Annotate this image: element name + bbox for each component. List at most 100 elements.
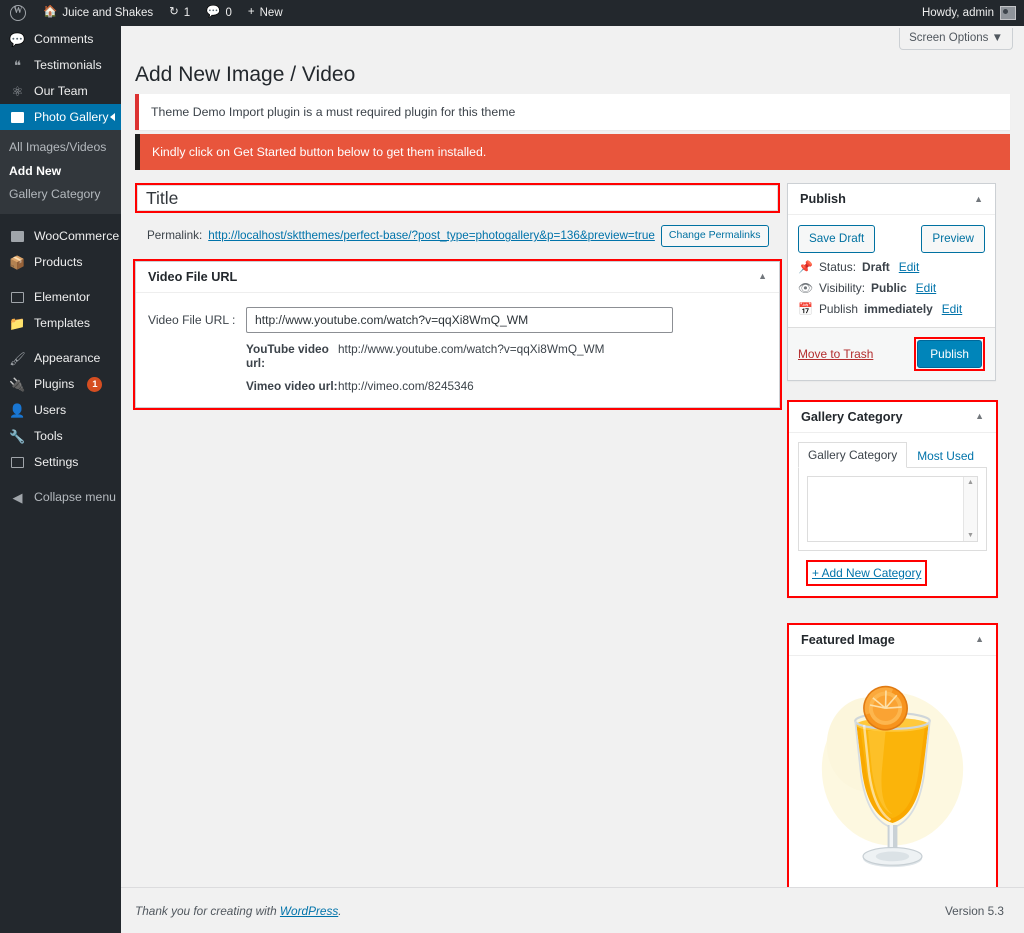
youtube-hint-row: YouTube video url: http://www.youtube.co… (148, 342, 767, 370)
chevron-down-icon: ▼ (991, 32, 1003, 44)
sidebar-item-appearance[interactable]: 🖌 Appearance (0, 345, 121, 371)
change-permalinks-button[interactable]: Change Permalinks (660, 225, 769, 247)
video-file-url-panel: Video File URL ▲ Video File URL : YouTub… (133, 258, 782, 410)
visibility-row: 👁 Visibility: Public Edit (798, 274, 985, 295)
sidebar-item-templates[interactable]: 📁 Templates (0, 310, 121, 336)
status-edit-link[interactable]: Edit (899, 260, 920, 274)
chevron-up-icon[interactable]: ▲ (758, 272, 767, 281)
footer-thanks-text: Thank you for creating with (135, 903, 277, 918)
sidebar-item-our-team[interactable]: ⚛ Our Team (0, 78, 121, 104)
gallery-category-scrollbar[interactable]: ▲ ▼ (963, 476, 977, 541)
video-panel-body: Video File URL : YouTube video url: http… (136, 293, 779, 407)
youtube-hint-value: http://www.youtube.com/watch?v=qqXi8WmQ_… (338, 341, 605, 356)
groups-icon: ⚛ (11, 83, 24, 99)
new-content-button[interactable]: + New (240, 0, 291, 26)
updates-button[interactable]: ↻ 1 (161, 0, 198, 26)
scroll-up-arrow-icon[interactable]: ▲ (967, 479, 974, 486)
sidebar-item-products[interactable]: 📦 Products (0, 249, 121, 275)
vimeo-hint-label: Vimeo video url: (246, 378, 338, 393)
featured-image-thumbnail[interactable] (799, 665, 986, 877)
publish-panel-header[interactable]: Publish ▲ (788, 184, 995, 215)
gallery-category-header[interactable]: Gallery Category ▲ (789, 402, 996, 433)
chevron-up-icon[interactable]: ▲ (975, 635, 984, 644)
sidebar-item-label: Our Team (34, 83, 88, 98)
sidebar-subitem-label: All Images/Videos (9, 140, 107, 154)
sidebar-subitem-label: Gallery Category (9, 187, 101, 202)
elementor-icon (9, 289, 26, 306)
sidebar-item-users[interactable]: 👤 Users (0, 397, 121, 423)
plugin-plug-icon: 🔌 (9, 376, 26, 392)
screen-options-toggle[interactable]: Screen Options ▼ (899, 28, 1013, 50)
schedule-edit-link[interactable]: Edit (942, 302, 963, 316)
chevron-up-icon[interactable]: ▲ (975, 412, 984, 421)
admin-sidebar: 💬 Comments ❝ Testimonials ⚛ Our Team Pho… (0, 26, 121, 933)
comment-bubble-icon: 💬 (206, 6, 221, 19)
preview-button[interactable]: Preview (921, 225, 985, 253)
featured-image-header[interactable]: Featured Image ▲ (789, 625, 996, 656)
screen-options-label: Screen Options (909, 32, 989, 44)
site-name-label: Juice and Shakes (62, 7, 154, 19)
woocommerce-icon (9, 228, 26, 245)
sidebar-subitem-all-images-videos[interactable]: All Images/Videos (0, 136, 121, 160)
add-new-category-link[interactable]: + Add New Category (812, 566, 921, 580)
permalink-label: Permalink: (147, 229, 203, 243)
sidebar-subitem-gallery-category[interactable]: Gallery Category (0, 183, 121, 207)
notice-get-started: Kindly click on Get Started button below… (135, 134, 1010, 170)
sidebar-item-comments[interactable]: 💬 Comments (0, 26, 121, 52)
gallery-category-checklist[interactable]: ▲ ▼ (807, 475, 978, 542)
video-panel-header[interactable]: Video File URL ▲ (136, 262, 779, 293)
publish-panel-body: Save Draft Preview 📌 Status: Draft Edit … (788, 215, 995, 316)
sidebar-separator (0, 475, 121, 484)
sidebar-subitem-add-new[interactable]: Add New (0, 160, 121, 184)
tab-gallery-category[interactable]: Gallery Category (798, 441, 908, 468)
wordpress-link[interactable]: WordPress (280, 904, 338, 918)
chevron-up-icon[interactable]: ▲ (974, 194, 983, 204)
sidebar-item-settings[interactable]: Settings (0, 449, 121, 475)
sidebar-item-label: Users (34, 402, 67, 417)
wordpress-logo-button[interactable] (0, 0, 35, 26)
sidebar-item-collapse-menu[interactable]: ◀ Collapse menu (0, 484, 121, 510)
save-draft-button[interactable]: Save Draft (798, 225, 876, 253)
add-category-wrapper: + Add New Category (798, 550, 987, 596)
permalink-row: Permalink: http://localhost/sktthemes/pe… (135, 225, 780, 247)
move-to-trash-link[interactable]: Move to Trash (798, 347, 873, 361)
admin-bar: 🏠 Juice and Shakes ↻ 1 💬 0 + New Howdy, … (0, 0, 1024, 26)
visibility-edit-link[interactable]: Edit (916, 281, 937, 295)
schedule-row: 📅 Publish immediately Edit (798, 295, 985, 316)
footer-period: . (338, 903, 342, 918)
video-url-input[interactable] (246, 306, 673, 333)
updates-count: 1 (183, 7, 191, 19)
video-url-label: Video File URL : (148, 312, 236, 327)
vimeo-hint-row: Vimeo video url: http://vimeo.com/824534… (148, 379, 767, 393)
new-label: New (259, 7, 283, 19)
wrench-icon: 🔧 (9, 428, 26, 444)
sidebar-item-elementor[interactable]: Elementor (0, 284, 121, 310)
sidebar-item-testimonials[interactable]: ❝ Testimonials (0, 52, 121, 78)
sidebar-item-label: WooCommerce (34, 228, 120, 243)
gallery-category-panel: Gallery Category ▲ Gallery Category Most… (787, 399, 998, 598)
sidebar-item-woocommerce[interactable]: WooCommerce (0, 223, 121, 249)
settings-sliders-icon (9, 454, 26, 471)
video-panel-title: Video File URL (148, 269, 238, 284)
sidebar-item-label: Photo Gallery (34, 109, 109, 124)
scroll-down-arrow-icon[interactable]: ▼ (967, 532, 974, 539)
publish-button[interactable]: Publish (917, 339, 982, 368)
sidebar-item-label: Tools (34, 428, 63, 443)
format-image-icon (9, 109, 26, 126)
user-icon: 👤 (9, 402, 26, 418)
permalink-link[interactable]: http://localhost/sktthemes/perfect-base/… (208, 229, 655, 242)
title-input[interactable] (137, 185, 778, 211)
sidebar-item-label: Appearance (34, 350, 101, 365)
sidebar-item-photo-gallery[interactable]: Photo Gallery (0, 104, 121, 130)
plugins-update-badge: 1 (87, 376, 103, 392)
sidebar-item-tools[interactable]: 🔧 Tools (0, 423, 121, 449)
comment-icon: 💬 (9, 31, 26, 47)
account-area[interactable]: Howdy, admin (922, 6, 1024, 20)
tab-most-used[interactable]: Most Used (907, 443, 984, 468)
comments-button[interactable]: 💬 0 (198, 0, 240, 26)
sidebar-item-label: Comments (34, 31, 94, 46)
site-name-menu[interactable]: 🏠 Juice and Shakes (35, 0, 161, 26)
visibility-prefix: Visibility: (819, 280, 866, 295)
sidebar-item-plugins[interactable]: 🔌 Plugins 1 (0, 371, 121, 397)
calendar-icon: 📅 (798, 301, 813, 316)
